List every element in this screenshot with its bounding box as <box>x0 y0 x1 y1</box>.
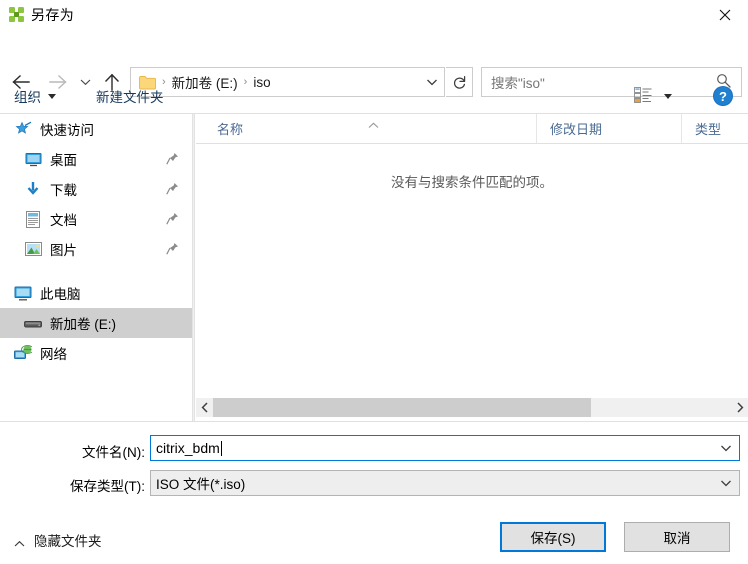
chevron-down-icon <box>664 93 672 99</box>
filename-value: citrix_bdm <box>156 440 220 456</box>
column-header-name[interactable]: 名称 <box>196 114 536 143</box>
help-question-icon: ? <box>713 86 733 106</box>
savetype-value: ISO 文件(*.iso) <box>156 477 246 492</box>
svg-text:?: ? <box>719 89 727 104</box>
save-button[interactable]: 保存(S) <box>500 522 606 552</box>
pin-icon[interactable] <box>166 182 179 195</box>
document-icon <box>24 210 42 228</box>
empty-list-message: 没有与搜索条件匹配的项。 <box>391 175 553 190</box>
sidebar-label: 图片 <box>50 243 77 258</box>
column-header-row: 名称 修改日期 类型 <box>196 114 748 144</box>
hide-folders-toggle[interactable]: 隐藏文件夹 <box>14 530 102 550</box>
chevron-left-icon <box>201 402 208 413</box>
network-icon <box>14 344 32 362</box>
close-icon <box>719 9 731 21</box>
sidebar-item-network[interactable]: 网络 <box>0 338 192 368</box>
file-list-pane[interactable]: 名称 修改日期 类型 没有与搜索条件匹配的项。 <box>196 114 748 421</box>
close-button[interactable] <box>702 0 748 30</box>
navigation-bar: › 新加卷 (E:) › iso 搜索"iso" <box>0 30 748 97</box>
filename-label: 文件名(N): <box>82 445 145 460</box>
navigation-sidebar[interactable]: 快速访问 桌面 下载 文档 图片 此电脑 新加卷 (E:) 网络 <box>0 114 192 421</box>
chevron-down-icon <box>721 480 731 486</box>
chevron-right-icon <box>736 402 743 413</box>
title-bar: 另存为 <box>0 0 748 30</box>
download-icon <box>24 180 42 198</box>
sidebar-label: 网络 <box>40 347 67 362</box>
scroll-track[interactable] <box>213 398 731 417</box>
sidebar-label: 文档 <box>50 213 77 228</box>
star-pin-icon <box>14 120 32 138</box>
pin-icon[interactable] <box>166 212 179 225</box>
scroll-left-button[interactable] <box>196 398 213 417</box>
text-caret <box>220 441 222 456</box>
hide-folders-label: 隐藏文件夹 <box>34 534 102 549</box>
sidebar-item-this-pc[interactable]: 此电脑 <box>0 278 192 308</box>
organize-menu-button[interactable]: 组织 <box>14 78 56 114</box>
sidebar-label: 桌面 <box>50 153 77 168</box>
desktop-icon <box>24 150 42 168</box>
sidebar-item-desktop[interactable]: 桌面 <box>0 144 192 174</box>
horizontal-scrollbar[interactable] <box>196 398 748 417</box>
sidebar-item-new-volume-e[interactable]: 新加卷 (E:) <box>0 308 192 338</box>
cancel-button[interactable]: 取消 <box>624 522 730 552</box>
savetype-dropdown-button[interactable] <box>713 479 739 488</box>
pin-icon[interactable] <box>166 242 179 255</box>
organize-label: 组织 <box>14 90 41 105</box>
drive-icon <box>24 314 42 332</box>
savetype-label: 保存类型(T): <box>70 479 145 494</box>
sidebar-splitter[interactable] <box>192 114 195 421</box>
sidebar-item-pictures[interactable]: 图片 <box>0 234 192 264</box>
chevron-up-icon <box>14 536 25 547</box>
sidebar-label: 快速访问 <box>40 123 94 138</box>
view-options-button[interactable] <box>634 78 672 114</box>
help-button[interactable]: ? <box>712 85 734 107</box>
sidebar-label: 此电脑 <box>40 287 81 302</box>
column-header-type[interactable]: 类型 <box>681 114 748 143</box>
new-folder-button[interactable]: 新建文件夹 <box>96 78 164 114</box>
picture-icon <box>24 240 42 258</box>
sidebar-item-downloads[interactable]: 下载 <box>0 174 192 204</box>
scroll-thumb[interactable] <box>213 398 592 417</box>
new-folder-label: 新建文件夹 <box>96 90 164 105</box>
column-label: 修改日期 <box>550 122 603 137</box>
sidebar-item-documents[interactable]: 文档 <box>0 204 192 234</box>
sort-ascending-icon <box>368 117 379 128</box>
filename-input[interactable]: citrix_bdm <box>150 435 740 461</box>
app-puzzle-icon <box>8 6 25 23</box>
pin-icon[interactable] <box>166 152 179 165</box>
window-title: 另存为 <box>31 7 75 23</box>
savetype-select[interactable]: ISO 文件(*.iso) <box>150 470 740 496</box>
sidebar-label: 新加卷 (E:) <box>50 317 116 332</box>
scroll-right-button[interactable] <box>731 398 748 417</box>
sidebar-label: 下载 <box>50 183 77 198</box>
column-header-date-modified[interactable]: 修改日期 <box>536 114 681 143</box>
list-view-icon <box>634 86 652 106</box>
computer-icon <box>14 284 32 302</box>
chevron-down-icon <box>48 93 56 99</box>
command-toolbar: 组织 新建文件夹 ? <box>0 78 748 114</box>
column-label: 类型 <box>695 122 722 137</box>
chevron-down-icon <box>721 445 731 451</box>
column-label: 名称 <box>217 122 244 137</box>
sidebar-item-quick-access[interactable]: 快速访问 <box>0 114 192 144</box>
filename-dropdown-button[interactable] <box>713 444 739 453</box>
